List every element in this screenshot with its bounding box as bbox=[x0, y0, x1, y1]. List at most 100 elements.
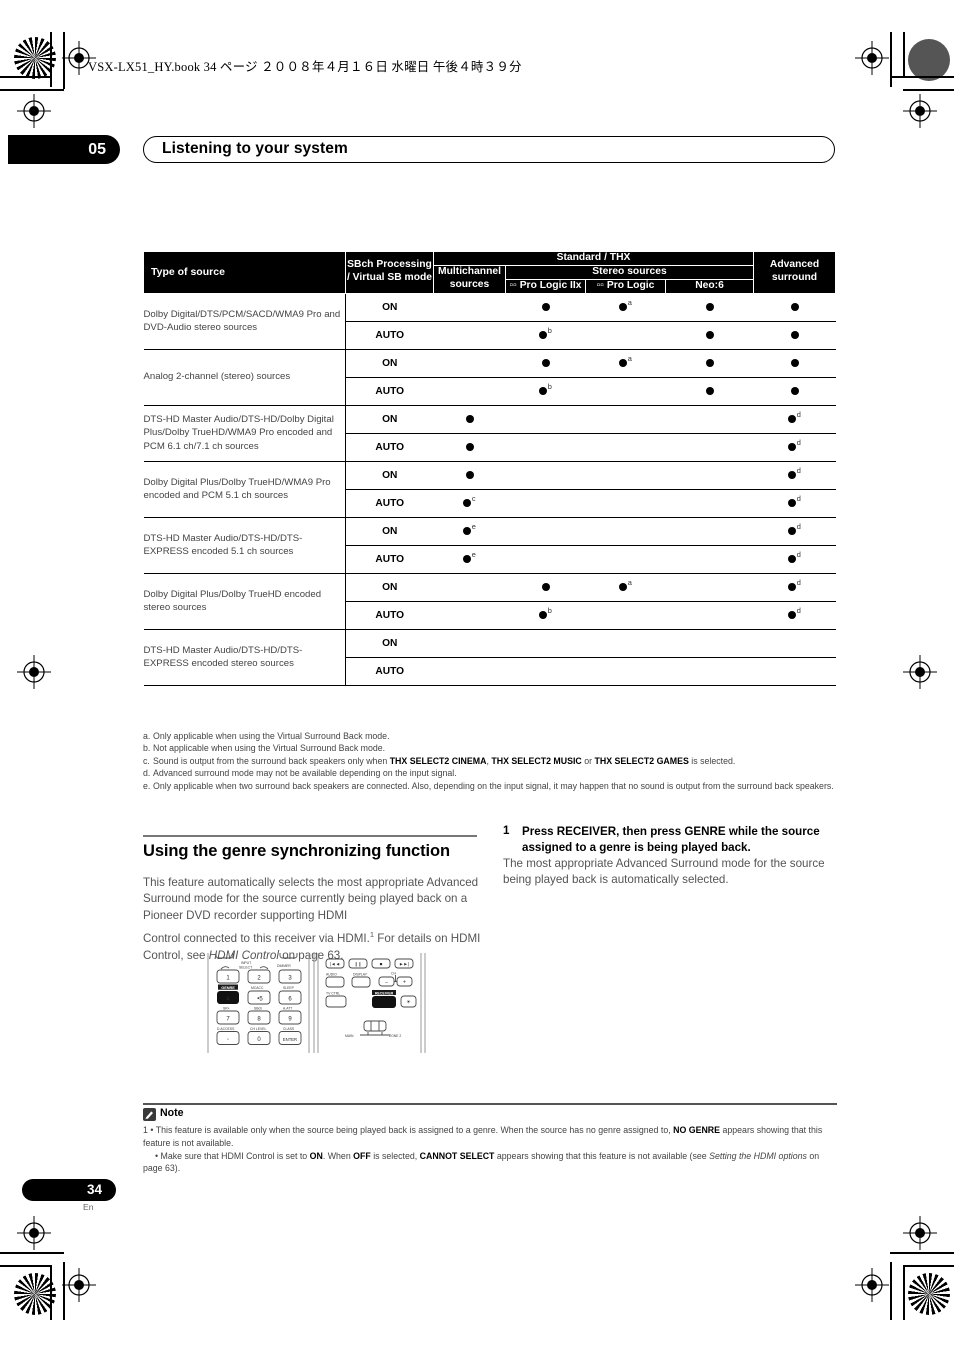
support-dot-icon bbox=[463, 527, 472, 535]
section-paragraph-1: This feature automatically selects the m… bbox=[143, 876, 479, 922]
footnote-marker: a bbox=[627, 577, 632, 587]
note-item-2: • Make sure that HDMI Control is set to … bbox=[143, 1150, 820, 1174]
support-dot-icon bbox=[539, 611, 548, 619]
sb-mode-cell: AUTO bbox=[345, 601, 434, 630]
footnote-item: a. Only applicable when using the Virtual… bbox=[143, 730, 837, 742]
footnote-marker: a bbox=[627, 353, 632, 363]
support-cell-pl bbox=[585, 433, 666, 462]
col-type-of-source: Type of source bbox=[143, 251, 346, 294]
dolby-double-d-icon: ▫▫ bbox=[509, 279, 517, 291]
support-cell-pl bbox=[585, 321, 666, 350]
support-cell-multichannel bbox=[433, 405, 506, 434]
sb-mode-cell: ON bbox=[345, 573, 434, 602]
page-title: Listening to your system bbox=[162, 140, 348, 157]
remote-key-3: 3 bbox=[288, 976, 292, 982]
crop-line bbox=[890, 32, 892, 87]
registration-target-br2 bbox=[903, 1216, 937, 1250]
section-body: This feature automatically selects the m… bbox=[143, 875, 481, 964]
step-heading: Press RECEIVER, then press GENRE while t… bbox=[522, 825, 820, 855]
note-item-2-mid2: is selected, bbox=[370, 1150, 420, 1161]
footnote-text: Advanced surround mode may not be availa… bbox=[153, 768, 457, 779]
table-row: Dolby Digital Plus/Dolby TrueHD encoded … bbox=[143, 573, 836, 630]
remote-key-ch-minus: – bbox=[385, 980, 388, 986]
source-type-cell: DTS-HD Master Audio/DTS-HD/DTS-EXPRESS e… bbox=[143, 629, 346, 686]
remote-key-1: 1 bbox=[226, 976, 230, 982]
support-dot-icon bbox=[463, 499, 472, 507]
thx-mode-name: THX SELECT2 CINEMA bbox=[389, 755, 487, 766]
registration-target-tr2 bbox=[903, 94, 937, 128]
page-number-tab: 34 bbox=[22, 1179, 116, 1201]
remote-label-mcacc: MCACC bbox=[251, 986, 264, 990]
remote-key-9: 9 bbox=[288, 1017, 292, 1023]
col-pro-logic-label: Pro Logic bbox=[606, 279, 655, 291]
support-cell-neo6 bbox=[665, 377, 754, 406]
crop-line bbox=[50, 32, 52, 87]
remote-key-5: •5 bbox=[257, 997, 263, 1003]
remote-label-ch: CH bbox=[391, 972, 396, 976]
footnote-text: Only applicable when two surround back s… bbox=[153, 780, 834, 791]
crop-line bbox=[50, 1265, 52, 1320]
footnote-marker: e bbox=[471, 549, 476, 559]
support-cell-pl bbox=[585, 461, 666, 490]
footnote-marker: a bbox=[627, 297, 632, 307]
support-cell-plx bbox=[505, 489, 586, 518]
remote-key-0: 0 bbox=[257, 1037, 261, 1043]
chapter-number-tab: 05 bbox=[8, 135, 120, 164]
support-cell-pl bbox=[585, 545, 666, 574]
col-pro-logic-iix: ▫▫ Pro Logic IIx bbox=[505, 278, 586, 294]
remote-key-stop: ■ bbox=[380, 962, 383, 967]
sb-mode-cell: ON bbox=[345, 461, 434, 490]
source-type-cell: Analog 2-channel (stereo) sources bbox=[143, 349, 346, 406]
crop-line bbox=[890, 76, 954, 78]
support-dot-icon bbox=[790, 358, 799, 367]
dolby-double-d-icon: ▫▫ bbox=[596, 279, 604, 291]
support-dot-icon bbox=[788, 415, 797, 423]
source-type-cell: DTS-HD Master Audio/DTS-HD/DTS-EXPRESS e… bbox=[143, 517, 346, 574]
footnote-marker: e bbox=[471, 521, 476, 531]
support-cell-plx bbox=[505, 629, 586, 658]
note-item-1-num: 1 bbox=[143, 1125, 148, 1135]
crop-line bbox=[0, 1252, 64, 1254]
remote-label-zone2: ZONE 2 bbox=[389, 1034, 401, 1038]
col-pro-logic: ▫▫ Pro Logic bbox=[585, 278, 666, 294]
note-value-cannot-select: CANNOT SELECT bbox=[419, 1150, 495, 1161]
support-dot-icon bbox=[788, 527, 797, 535]
support-cell-adv: d bbox=[753, 545, 836, 574]
sb-mode-cell: AUTO bbox=[345, 433, 434, 462]
support-dot-icon bbox=[705, 358, 714, 367]
support-dot-icon bbox=[788, 443, 797, 451]
note-item-1-text: This feature is available only when the … bbox=[143, 1125, 823, 1148]
note-item-2-post: appears showing that this feature is not… bbox=[494, 1150, 710, 1161]
col-neo6: Neo:6 bbox=[665, 278, 754, 294]
support-cell-pl: a bbox=[585, 349, 666, 378]
remote-label-audio: AUDIO bbox=[326, 973, 337, 977]
support-dot-icon bbox=[539, 387, 548, 395]
footnote-item: c. Sound is output from the surround back… bbox=[143, 755, 837, 767]
crop-line bbox=[63, 32, 65, 89]
footnote-text: Only applicable when using the Virtual S… bbox=[153, 731, 390, 741]
support-cell-multichannel bbox=[433, 629, 506, 658]
support-cell-plx bbox=[505, 657, 586, 686]
registration-target-br bbox=[855, 1268, 889, 1302]
source-type-cell: Dolby Digital Plus/Dolby TrueHD/WMA9 Pro… bbox=[143, 461, 346, 518]
support-dot-icon bbox=[788, 471, 797, 479]
support-dot-icon bbox=[705, 302, 714, 311]
col-standard-thx: Standard / THX bbox=[433, 251, 754, 266]
note-value-on: ON bbox=[309, 1150, 323, 1161]
support-dot-icon bbox=[463, 555, 472, 563]
note-pencil-icon bbox=[143, 1108, 156, 1121]
note-value-off: OFF bbox=[353, 1150, 371, 1161]
table-footnotes: a. Only applicable when using the Virtual… bbox=[143, 730, 837, 792]
step-body: The most appropriate Advanced Surround m… bbox=[503, 857, 825, 887]
footnote-label: c. bbox=[143, 755, 150, 766]
table-head: Type of source SBch Processing / Virtual… bbox=[143, 251, 836, 294]
thx-mode-name: THX SELECT2 GAMES bbox=[594, 755, 689, 766]
registration-density-patch-bl bbox=[14, 1273, 56, 1315]
support-cell-multichannel: c bbox=[433, 489, 506, 518]
support-cell-adv: d bbox=[753, 461, 836, 490]
footnote-marker: d bbox=[796, 549, 801, 559]
sb-mode-cell: ON bbox=[345, 405, 434, 434]
remote-label-main: MAIN bbox=[345, 1034, 354, 1038]
support-dot-icon bbox=[619, 359, 628, 367]
registration-target-ml bbox=[17, 655, 51, 689]
